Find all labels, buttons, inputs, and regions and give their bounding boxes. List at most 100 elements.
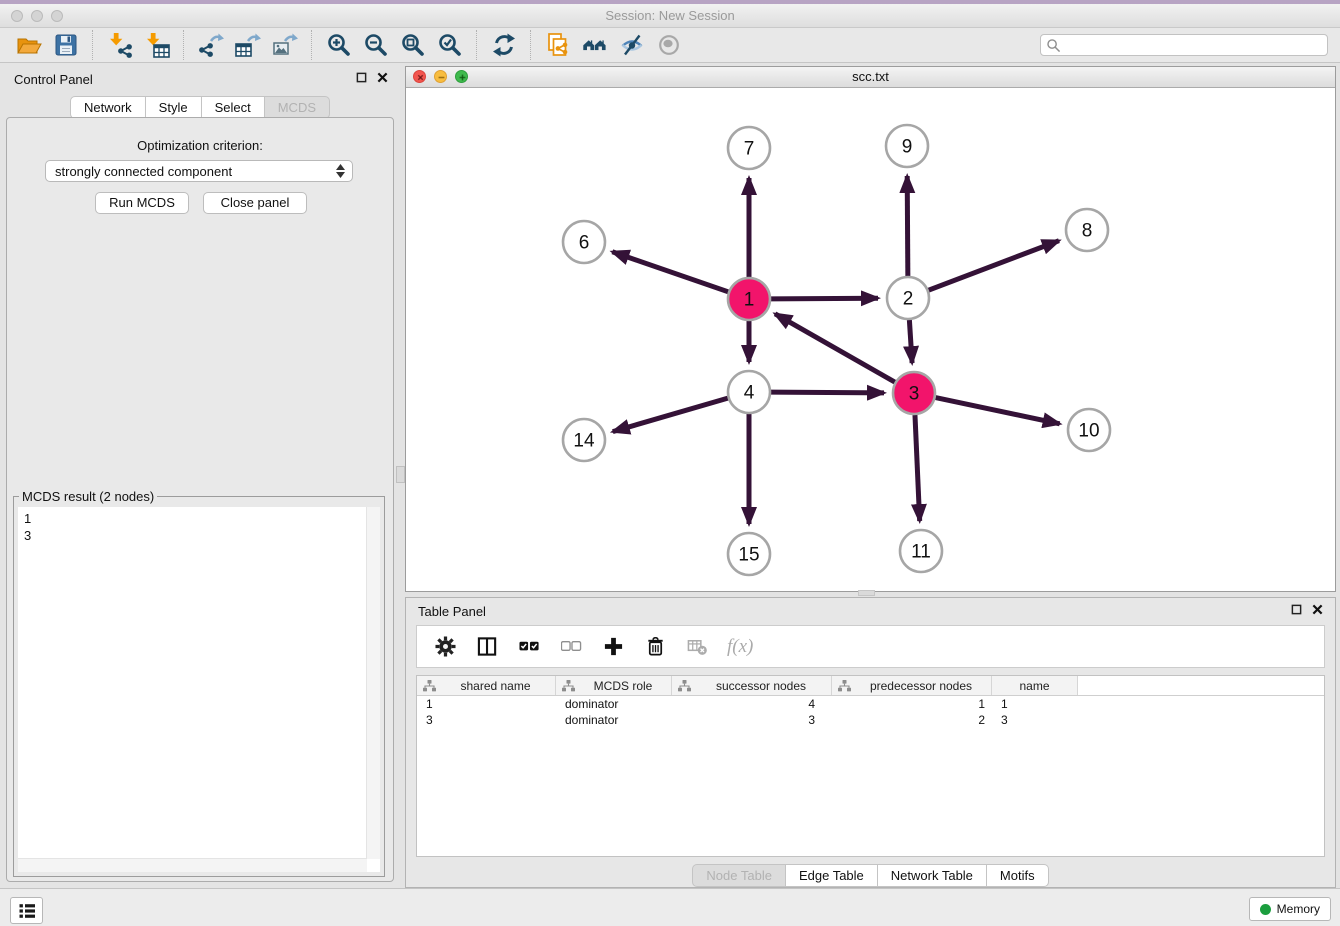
graph-node-2[interactable]: 2 (887, 277, 929, 319)
clone-network-icon (545, 32, 571, 58)
graph-node-3[interactable]: 3 (893, 372, 935, 414)
graph-node-7[interactable]: 7 (728, 127, 770, 169)
graph-edge-4-3[interactable] (771, 392, 884, 393)
table-cell[interactable]: 1 (417, 697, 556, 711)
table-cell[interactable]: 3 (672, 713, 832, 727)
export-image-button[interactable] (270, 31, 299, 60)
graph-edge-3-10[interactable] (936, 398, 1060, 424)
graph-node-14[interactable]: 14 (563, 419, 605, 461)
export-network-button[interactable] (196, 31, 225, 60)
result-vertical-scrollbar[interactable] (366, 507, 380, 859)
graph-edge-1-6[interactable] (612, 252, 728, 292)
graph-node-8[interactable]: 8 (1066, 209, 1108, 251)
graph-node-15[interactable]: 15 (728, 533, 770, 575)
memory-button[interactable]: Memory (1249, 897, 1331, 921)
table-settings-button[interactable] (433, 635, 457, 659)
tab-style[interactable]: Style (146, 96, 202, 119)
graph-node-6[interactable]: 6 (563, 221, 605, 263)
hide-details-button[interactable] (617, 31, 646, 60)
table-cell[interactable]: dominator (556, 713, 672, 727)
run-mcds-button[interactable]: Run MCDS (95, 192, 189, 214)
table-tab-edge-table[interactable]: Edge Table (786, 864, 878, 887)
graph-edge-2-9[interactable] (907, 176, 908, 276)
add-row-icon (603, 636, 624, 657)
panel-splitter-handle[interactable] (396, 466, 405, 483)
export-table-button[interactable] (233, 31, 262, 60)
close-table-panel-icon[interactable] (1312, 604, 1323, 615)
network-canvas[interactable]: 7 9 6 8 1 2 4 3 14 10 15 11 (406, 88, 1335, 591)
zoom-out-button[interactable] (361, 31, 390, 60)
open-session-button[interactable] (14, 31, 43, 60)
table-cell[interactable]: 3 (417, 713, 556, 727)
show-details-icon (656, 32, 682, 58)
refresh-layout-button[interactable] (489, 31, 518, 60)
hide-details-icon (619, 32, 645, 58)
table-cell[interactable]: 2 (832, 713, 992, 727)
float-panel-icon[interactable] (356, 72, 367, 83)
graph-edge-2-3[interactable] (909, 320, 912, 363)
graph-edge-2-8[interactable] (929, 241, 1059, 291)
zoom-in-button[interactable] (324, 31, 353, 60)
zoom-selected-button[interactable] (435, 31, 464, 60)
criterion-select[interactable]: strongly connected component (45, 160, 353, 182)
table-cell[interactable]: 3 (992, 713, 1078, 727)
graph-node-11[interactable]: 11 (900, 530, 942, 572)
main-toolbar (0, 28, 1340, 63)
graph-edge-1-2[interactable] (771, 298, 878, 299)
graph-edge-3-1[interactable] (775, 314, 895, 382)
toolbar-separator (311, 30, 312, 60)
table-cell[interactable]: 4 (672, 697, 832, 711)
tab-select[interactable]: Select (202, 96, 265, 119)
table-cell[interactable]: dominator (556, 697, 672, 711)
import-table-button[interactable] (142, 31, 171, 60)
clone-network-button[interactable] (543, 31, 572, 60)
table-tab-node-table[interactable]: Node Table (692, 864, 786, 887)
task-history-button[interactable] (10, 897, 43, 924)
mcds-tab-pane: Optimization criterion: strongly connect… (6, 117, 394, 882)
table-toolbar: f(x) (416, 625, 1325, 668)
graph-node-10[interactable]: 10 (1068, 409, 1110, 451)
tab-mcds[interactable]: MCDS (265, 96, 330, 119)
search-input[interactable] (1061, 37, 1327, 54)
float-table-panel-icon[interactable] (1291, 604, 1302, 615)
table-tab-network-table[interactable]: Network Table (878, 864, 987, 887)
graph-node-9[interactable]: 9 (886, 125, 928, 167)
home-button[interactable] (580, 31, 609, 60)
unselect-all-button[interactable] (559, 635, 583, 659)
table-tab-motifs[interactable]: Motifs (987, 864, 1049, 887)
graph-node-label: 1 (744, 290, 755, 311)
graph-node-label: 14 (573, 431, 595, 452)
close-panel-button[interactable]: Close panel (203, 192, 307, 214)
search-box[interactable] (1040, 34, 1328, 56)
table-header-row: shared nameMCDS rolesuccessor nodesprede… (417, 676, 1324, 696)
add-row-button[interactable] (601, 635, 625, 659)
graph-node-4[interactable]: 4 (728, 371, 770, 413)
result-horizontal-scrollbar[interactable] (18, 858, 367, 872)
column-header-shared-name[interactable]: shared name (417, 676, 556, 695)
column-header-predecessor-nodes[interactable]: predecessor nodes (832, 676, 992, 695)
graph-node-1[interactable]: 1 (728, 278, 770, 320)
column-header-name[interactable]: name (992, 676, 1078, 695)
table-row[interactable]: 3dominator323 (417, 712, 1324, 728)
graph-node-label: 15 (738, 545, 759, 566)
table-cell[interactable]: 1 (832, 697, 992, 711)
graph-edge-4-14[interactable] (613, 398, 728, 431)
close-panel-icon[interactable] (377, 72, 388, 83)
show-columns-button[interactable] (475, 635, 499, 659)
column-header-MCDS-role[interactable]: MCDS role (556, 676, 672, 695)
table-row[interactable]: 1dominator411 (417, 696, 1324, 712)
control-panel-tabs: NetworkStyleSelectMCDS (70, 96, 330, 119)
control-panel: Control Panel NetworkStyleSelectMCDS Opt… (0, 63, 400, 888)
show-details-button[interactable] (654, 31, 683, 60)
graph-edge-3-11[interactable] (915, 415, 920, 521)
horizontal-splitter-handle[interactable] (858, 590, 875, 596)
mcds-result-area[interactable]: 13 (18, 507, 380, 872)
import-network-button[interactable] (105, 31, 134, 60)
tab-network[interactable]: Network (70, 96, 146, 119)
table-cell[interactable]: 1 (992, 697, 1078, 711)
save-session-button[interactable] (51, 31, 80, 60)
zoom-fit-button[interactable] (398, 31, 427, 60)
column-header-successor-nodes[interactable]: successor nodes (672, 676, 832, 695)
delete-row-button[interactable] (643, 635, 667, 659)
select-all-button[interactable] (517, 635, 541, 659)
